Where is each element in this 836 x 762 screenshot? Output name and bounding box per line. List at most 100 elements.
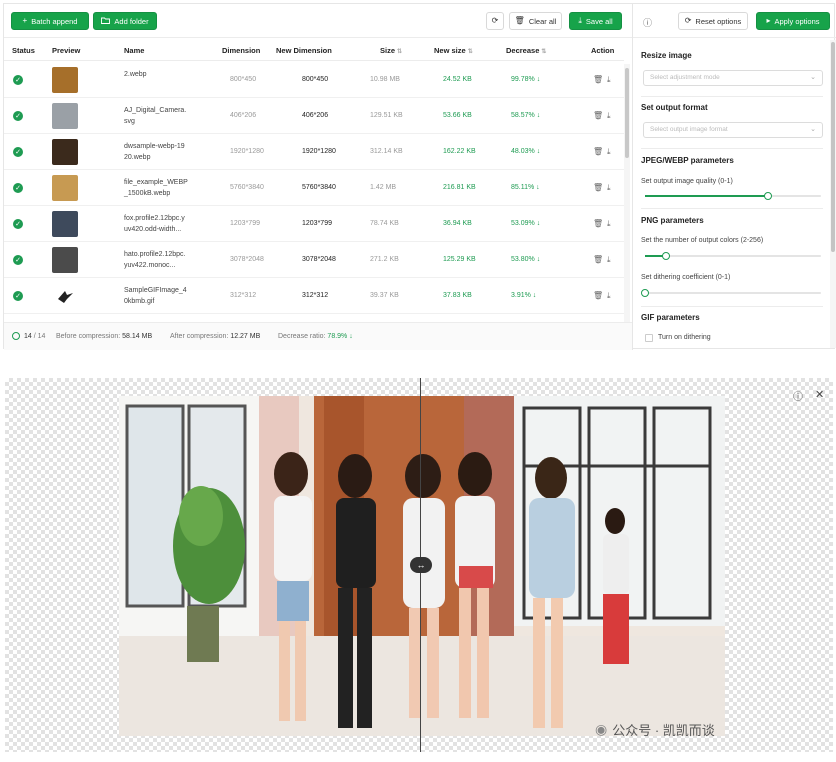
delete-icon[interactable]: 🗑 — [593, 75, 603, 84]
preview-thumbnail[interactable] — [52, 103, 78, 129]
slider-knob[interactable] — [641, 289, 649, 297]
dimension: 3078*2048 — [230, 256, 264, 263]
download-icon[interactable]: ⤓ — [607, 147, 611, 157]
add-folder-button[interactable]: Add folder — [93, 12, 157, 30]
watermark: ◉ 公众号 · 凯凯而谈 — [595, 720, 715, 739]
before-value: 58.14 MB — [122, 333, 153, 340]
status-check-icon: ✓ — [13, 291, 23, 301]
download-icon[interactable]: ⤓ — [607, 111, 611, 121]
quality-slider[interactable] — [645, 192, 821, 200]
preview-thumbnail[interactable] — [52, 283, 78, 309]
preview-thumbnail[interactable] — [52, 175, 78, 201]
scrollbar-thumb[interactable] — [831, 42, 835, 252]
sort-icon: ⇅ — [397, 49, 403, 55]
dimension: 1203*799 — [230, 220, 260, 227]
col-decrease-sort[interactable]: Decrease ⇅ — [506, 46, 546, 55]
progress-ring-icon — [12, 332, 20, 342]
status-check-icon: ✓ — [13, 75, 23, 85]
download-icon[interactable]: ⤓ — [607, 219, 611, 229]
status-check-icon: ✓ — [13, 219, 23, 229]
panel-scrollbar[interactable] — [830, 40, 836, 348]
options-panel: ⓘ ⟳ Reset options ▸ Apply options Resize… — [632, 4, 836, 350]
download-icon[interactable]: ⤓ — [607, 75, 611, 85]
download-icon[interactable]: ⤓ — [607, 255, 611, 265]
delete-icon[interactable]: 🗑 — [593, 183, 603, 192]
clear-all-button[interactable]: 🗑 Clear all — [509, 12, 562, 30]
table-scrollbar[interactable] — [624, 64, 630, 322]
batch-append-button[interactable]: + Batch append — [11, 12, 89, 30]
compare-slider-handle[interactable]: ↔ — [410, 557, 432, 573]
help-icon[interactable]: ⓘ — [643, 16, 652, 29]
apply-options-button[interactable]: ▸ Apply options — [756, 12, 830, 30]
preview-thumbnail[interactable] — [52, 139, 78, 165]
ratio-value: 78.9% — [327, 333, 348, 340]
delete-icon[interactable]: 🗑 — [593, 111, 603, 120]
col-size-sort[interactable]: Size ⇅ — [380, 46, 402, 55]
decrease-ratio: Decrease ratio: 78.9% ↓ — [278, 333, 353, 340]
size: 129.51 KB — [370, 112, 403, 119]
reset-options-button[interactable]: ⟳ Reset options — [678, 12, 748, 30]
help-icon[interactable]: ⓘ — [793, 388, 803, 403]
summary-footer: 14 / 14 Before compression: 58.14 MB Aft… — [4, 322, 632, 350]
resize-mode-select[interactable]: Select adjustment mode ⌄ — [643, 70, 823, 86]
batch-append-label: Batch append — [31, 16, 78, 26]
divider — [641, 96, 823, 97]
before-compression: Before compression: 58.14 MB — [56, 333, 152, 340]
new-size: 24.52 KB — [443, 76, 472, 83]
file-name: file_example_WEBP_1500kB.webp — [124, 179, 188, 197]
download-icon[interactable]: ⤓ — [607, 183, 611, 193]
download-icon[interactable]: ⤓ — [607, 291, 611, 301]
output-format-select[interactable]: Select output image format ⌄ — [643, 122, 823, 138]
clear-all-label: Clear all — [528, 16, 557, 26]
dithering-checkbox[interactable] — [645, 334, 653, 342]
decrease-value: 85.11% ↓ — [511, 184, 540, 191]
col-new-size-sort[interactable]: New size ⇅ — [434, 46, 473, 55]
col-action: Action — [591, 46, 615, 55]
delete-icon[interactable]: 🗑 — [593, 291, 603, 300]
chevron-down-icon: ⌄ — [810, 126, 816, 133]
play-icon: ▸ — [766, 16, 771, 25]
decrease-percent: 48.03% — [511, 148, 535, 155]
col-decrease: Decrease — [506, 46, 540, 55]
decrease-percent: 58.57% — [511, 112, 535, 119]
size: 10.98 MB — [370, 76, 400, 83]
refresh-button[interactable]: ⟳ — [486, 12, 504, 30]
resize-title: Resize image — [641, 51, 692, 60]
resize-mode-placeholder: Select adjustment mode — [650, 74, 720, 81]
save-all-button[interactable]: ⤓ Save all — [569, 12, 622, 30]
table-row: ✓ hato.profile2.12bpc.yuv422.monoc... 3078… — [4, 242, 624, 278]
table-row: ✓ 2.webp 800*450 800*450 10.98 MB 24.52 KB 99.… — [4, 62, 624, 98]
image-compressor-app: + Batch append Add folder ⟳ 🗑 Clear all … — [3, 3, 836, 350]
watermark-text: 公众号 · 凯凯而谈 — [612, 723, 715, 738]
preview-thumbnail[interactable] — [52, 211, 78, 237]
decrease-value: 58.57% ↓ — [511, 112, 541, 119]
dither-slider[interactable] — [641, 289, 821, 297]
format-title: Set output format — [641, 103, 708, 112]
decrease-percent: 53.09% — [511, 220, 535, 227]
status-check-icon: ✓ — [13, 111, 23, 121]
output-format-placeholder: Select output image format — [650, 126, 728, 133]
decrease-percent: 3.91% — [511, 292, 531, 299]
col-dimension: Dimension — [222, 46, 261, 55]
preview-thumbnail[interactable] — [52, 247, 78, 273]
gif-params-title: GIF parameters — [641, 313, 700, 322]
delete-icon[interactable]: 🗑 — [593, 147, 603, 156]
dithering-checkbox-label: Turn on dithering — [658, 334, 711, 341]
after-label: After compression: — [170, 333, 229, 340]
file-name: SampleGIFImage_40kbmb.gif — [124, 287, 187, 305]
slider-knob[interactable] — [764, 192, 773, 200]
after-value: 12.27 MB — [230, 333, 261, 340]
scrollbar-thumb[interactable] — [625, 68, 629, 158]
arrow-down-icon: ↓ — [349, 333, 353, 340]
close-icon[interactable]: ✕ — [815, 388, 824, 401]
new-size: 216.81 KB — [443, 184, 476, 191]
jpeg-params-title: JPEG/WEBP parameters — [641, 156, 734, 165]
slider-knob[interactable] — [662, 252, 671, 260]
delete-icon[interactable]: 🗑 — [593, 219, 603, 228]
delete-icon[interactable]: 🗑 — [593, 255, 603, 264]
folder-icon — [101, 17, 111, 26]
file-name: dwsample-webp-1920.webp — [124, 143, 185, 161]
preview-thumbnail[interactable] — [52, 67, 78, 93]
colors-slider[interactable] — [645, 252, 821, 260]
file-name: fox.profile2.12bpc.yuv420.odd-width... — [124, 215, 185, 233]
